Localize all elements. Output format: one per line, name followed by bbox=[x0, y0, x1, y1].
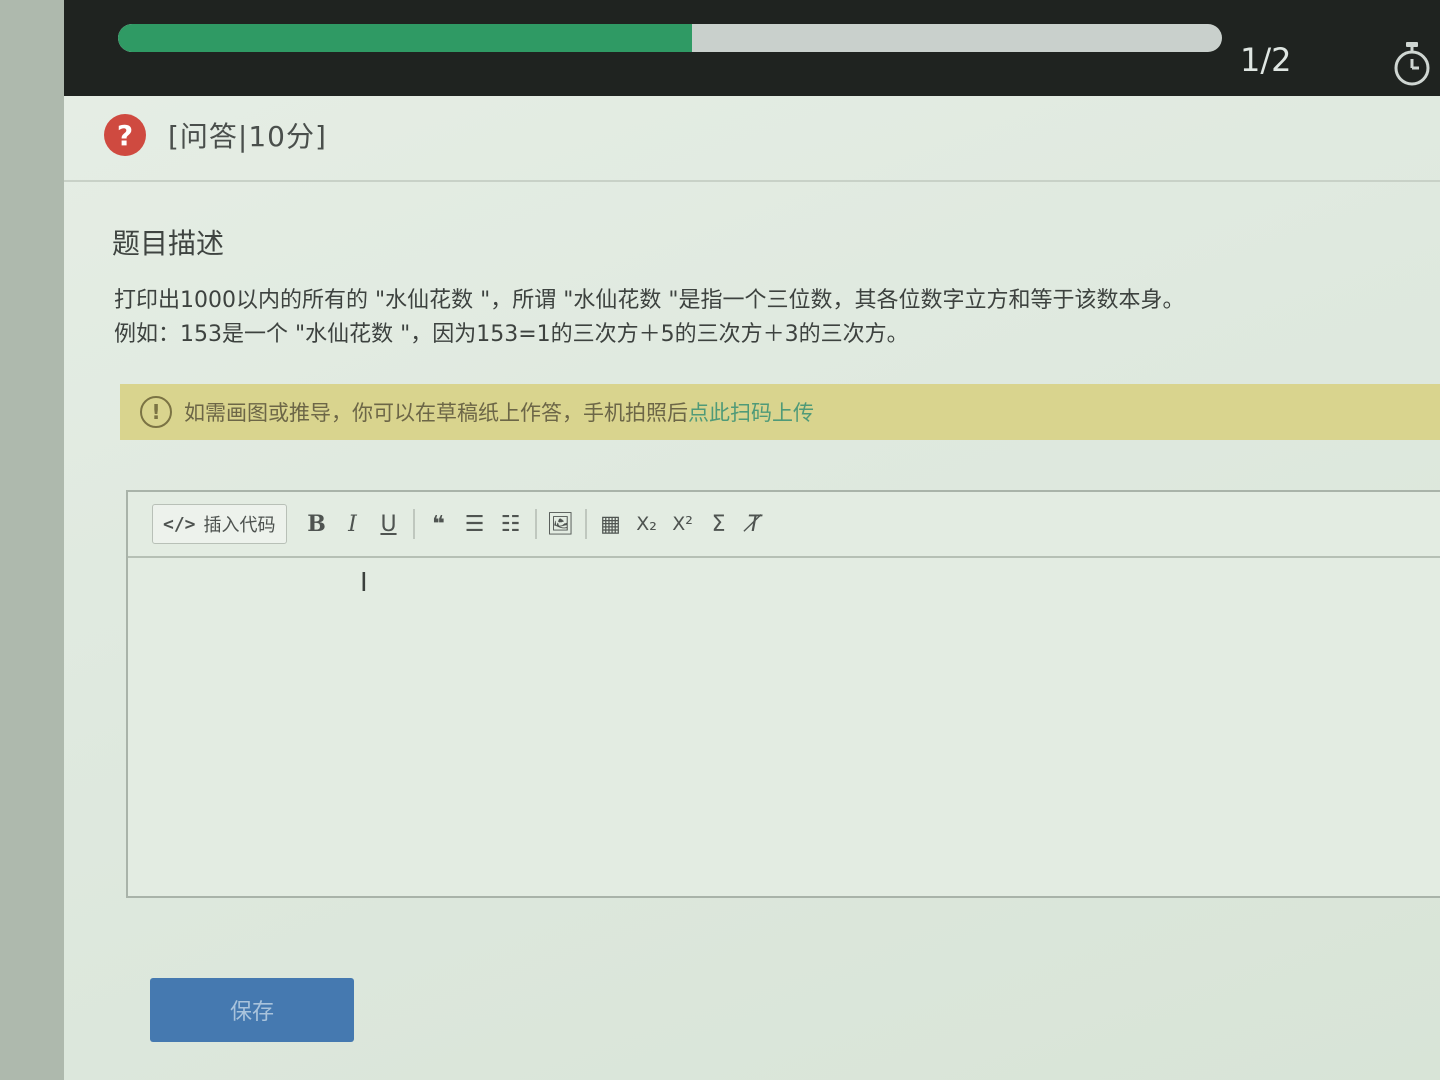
question-mark-icon: ? bbox=[104, 114, 146, 156]
text-cursor-icon: I bbox=[360, 568, 368, 598]
insert-code-button[interactable]: </> 插入代码 bbox=[152, 504, 287, 544]
top-bar: 1/2 bbox=[64, 0, 1440, 96]
progress-counter: 1/2 bbox=[1240, 41, 1292, 79]
table-button[interactable]: ▦ bbox=[593, 505, 629, 543]
unordered-list-button[interactable]: ☷ bbox=[493, 505, 529, 543]
question-header: ? [问答|10分] bbox=[104, 110, 327, 160]
question-description: 打印出1000以内的所有的 "水仙花数 "，所谓 "水仙花数 "是指一个三位数，… bbox=[114, 284, 1404, 352]
toolbar-separator bbox=[534, 509, 537, 539]
blockquote-button[interactable]: ❝ bbox=[421, 505, 457, 543]
answer-editor: </> 插入代码 B I U ❝ ☰ ☷ 🖼 ▦ X₂ X² Σ T̸ I bbox=[126, 490, 1440, 898]
superscript-button[interactable]: X² bbox=[665, 505, 701, 543]
upload-notice: ! 如需画图或推导，你可以在草稿纸上作答，手机拍照后 点此扫码上传 bbox=[120, 384, 1440, 440]
code-icon: </> bbox=[163, 513, 196, 535]
ordered-list-button[interactable]: ☰ bbox=[457, 505, 493, 543]
subscript-button[interactable]: X₂ bbox=[629, 505, 665, 543]
clear-format-button[interactable]: T̸ bbox=[737, 505, 773, 543]
underline-button[interactable]: U bbox=[371, 505, 407, 543]
notice-text: 如需画图或推导，你可以在草稿纸上作答，手机拍照后 bbox=[184, 401, 688, 425]
editor-toolbar: </> 插入代码 B I U ❝ ☰ ☷ 🖼 ▦ X₂ X² Σ T̸ bbox=[128, 492, 1440, 558]
toolbar-separator bbox=[584, 509, 587, 539]
scan-upload-link[interactable]: 点此扫码上传 bbox=[688, 397, 814, 427]
progress-bar bbox=[118, 24, 1222, 52]
italic-button[interactable]: I bbox=[335, 505, 371, 543]
insert-code-label: 插入代码 bbox=[203, 515, 276, 536]
header-divider bbox=[64, 180, 1440, 182]
section-title: 题目描述 bbox=[112, 227, 225, 260]
toolbar-separator bbox=[412, 509, 415, 539]
progress-fill bbox=[118, 24, 693, 52]
question-type-label: [问答|10分] bbox=[168, 120, 327, 153]
exam-screen: 1/2 ? [问答|10分] 题目描述 打印出1000以内的所有的 "水仙花数 … bbox=[64, 0, 1440, 1080]
stopwatch-icon[interactable] bbox=[1390, 40, 1434, 88]
bold-button[interactable]: B bbox=[299, 505, 335, 543]
formula-button[interactable]: Σ bbox=[701, 505, 737, 543]
save-button[interactable]: 保存 bbox=[150, 978, 354, 1042]
description-line-1: 打印出1000以内的所有的 "水仙花数 "，所谓 "水仙花数 "是指一个三位数，… bbox=[114, 288, 1185, 313]
image-button[interactable]: 🖼 bbox=[543, 505, 579, 543]
exclamation-icon: ! bbox=[140, 396, 172, 428]
answer-input[interactable] bbox=[128, 558, 1440, 896]
description-line-2: 例如：153是一个 "水仙花数 "，因为153=1的三次方＋5的三次方＋3的三次… bbox=[114, 322, 909, 347]
